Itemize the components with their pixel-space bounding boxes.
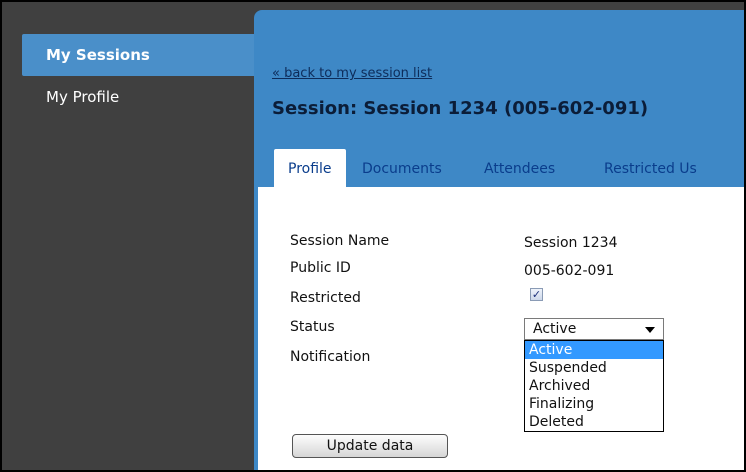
sidebar-item-my-profile[interactable]: My Profile: [22, 76, 258, 118]
status-option-suspended[interactable]: Suspended: [525, 359, 663, 377]
back-to-session-list-link[interactable]: « back to my session list: [272, 66, 432, 81]
tab-attendees[interactable]: Attendees: [484, 149, 555, 187]
notification-label: Notification: [290, 349, 371, 365]
session-name-label: Session Name: [290, 233, 390, 249]
tab-documents[interactable]: Documents: [362, 149, 442, 187]
status-option-finalizing[interactable]: Finalizing: [525, 395, 663, 413]
main-panel: « back to my session list Session: Sessi…: [254, 10, 744, 470]
status-option-active[interactable]: Active: [525, 341, 663, 359]
tab-profile[interactable]: Profile: [274, 149, 346, 187]
sidebar: My Sessions My Profile: [10, 10, 258, 470]
chevron-down-icon: [645, 327, 655, 333]
status-option-deleted[interactable]: Deleted: [525, 413, 663, 431]
status-option-archived[interactable]: Archived: [525, 377, 663, 395]
session-name-value: Session 1234: [524, 235, 618, 251]
restricted-label: Restricted: [290, 290, 361, 306]
status-label: Status: [290, 319, 335, 335]
status-select-value: Active: [533, 321, 577, 337]
update-data-button[interactable]: Update data: [292, 434, 448, 458]
public-id-value: 005-602-091: [524, 263, 615, 279]
restricted-checkbox[interactable]: ✓: [530, 288, 543, 301]
profile-form: Session Name Session 1234 Public ID 005-…: [258, 187, 744, 470]
status-select[interactable]: Active: [524, 318, 664, 340]
app-frame: My Sessions My Profile « back to my sess…: [0, 0, 746, 472]
sidebar-item-my-sessions[interactable]: My Sessions: [22, 34, 258, 76]
tab-restricted-users[interactable]: Restricted Us: [604, 149, 697, 187]
public-id-label: Public ID: [290, 260, 351, 276]
status-dropdown-list: Active Suspended Archived Finalizing Del…: [524, 340, 664, 432]
page-title: Session: Session 1234 (005-602-091): [272, 98, 649, 119]
